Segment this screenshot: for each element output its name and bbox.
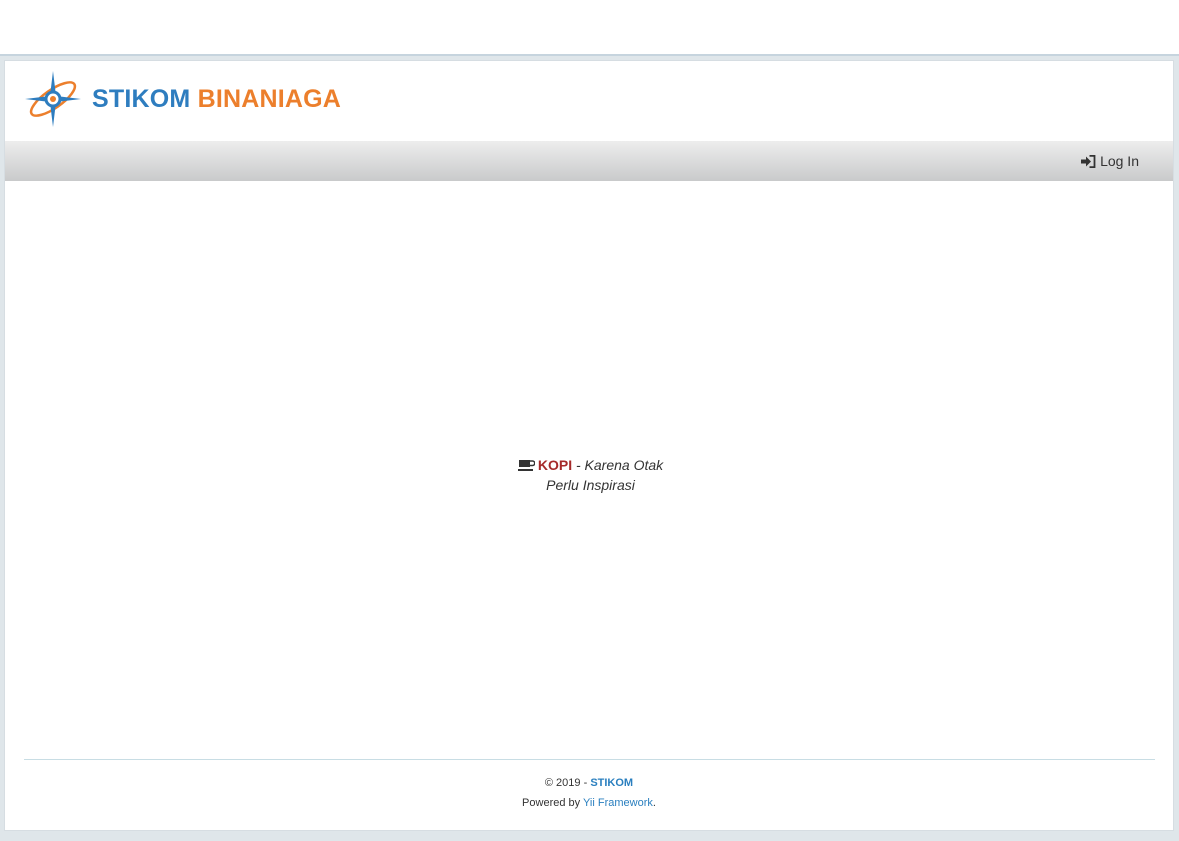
yii-framework-link[interactable]: Yii Framework [583, 797, 653, 809]
powered-line: Powered by Yii Framework. [5, 793, 1173, 813]
main-content: KOPI - Karena Otak Perlu Inspirasi [5, 181, 1173, 759]
page-container: STIKOM BINANIAGA Log In KOPI - Karena Ot… [4, 60, 1174, 831]
copyright-prefix: © 2019 - [544, 777, 588, 789]
brand-title[interactable]: STIKOM BINANIAGA [92, 85, 341, 114]
logo-icon[interactable] [24, 70, 82, 128]
powered-prefix: Powered by [522, 797, 581, 809]
login-label: Log In [1100, 153, 1139, 169]
copyright-line: © 2019 - STIKOM [5, 773, 1173, 793]
footer: © 2019 - STIKOM Powered by Yii Framework… [5, 773, 1173, 813]
footer-divider [24, 759, 1155, 760]
sign-in-icon [1081, 154, 1096, 168]
tagline: KOPI - Karena Otak Perlu Inspirasi [513, 455, 668, 495]
coffee-cup-icon [517, 460, 535, 471]
copyright-org: STIKOM [590, 777, 634, 789]
tagline-highlight: KOPI [537, 457, 573, 473]
powered-suffix: . [652, 797, 656, 809]
header: STIKOM BINANIAGA [5, 61, 1173, 141]
brand-part1: STIKOM [92, 85, 191, 113]
page-background: STIKOM BINANIAGA Log In KOPI - Karena Ot… [0, 54, 1179, 841]
login-link[interactable]: Log In [1081, 153, 1139, 169]
navbar: Log In [5, 141, 1173, 181]
brand-part2: BINANIAGA [197, 85, 342, 113]
